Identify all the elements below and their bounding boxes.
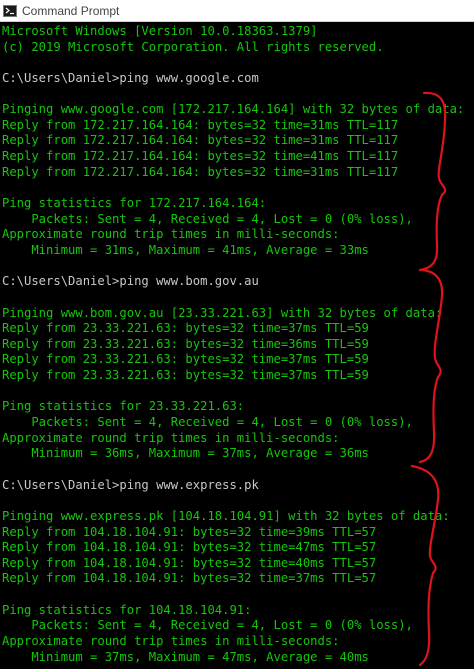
output-line: Pinging www.bom.gov.au [23.33.221.63] wi… (2, 305, 443, 320)
output-line: Approximate round trip times in milli-se… (2, 227, 340, 242)
output-line: Reply from 172.217.164.164: bytes=32 tim… (2, 164, 399, 179)
console-output[interactable]: Microsoft Windows [Version 10.0.18363.13… (0, 22, 474, 669)
output-line: Reply from 172.217.164.164: bytes=32 tim… (2, 117, 399, 132)
window-title: Command Prompt (22, 3, 120, 18)
output-line: Approximate round trip times in milli-se… (2, 430, 340, 445)
output-line: Pinging www.google.com [172.217.164.164]… (2, 102, 465, 117)
output-line: Reply from 104.18.104.91: bytes=32 time=… (2, 540, 377, 555)
cmd-icon (3, 4, 17, 17)
output-line: Reply from 23.33.221.63: bytes=32 time=3… (2, 352, 369, 367)
output-line: Reply from 104.18.104.91: bytes=32 time=… (2, 524, 377, 539)
output-line: Reply from 172.217.164.164: bytes=32 tim… (2, 133, 399, 148)
title-bar[interactable]: Command Prompt (0, 0, 474, 22)
output-line: Minimum = 37ms, Maximum = 47ms, Average … (2, 649, 369, 664)
output-line: Ping statistics for 23.33.221.63: (2, 399, 245, 414)
output-line: Reply from 172.217.164.164: bytes=32 tim… (2, 149, 399, 164)
command-line: C:\Users\Daniel>ping www.bom.gov.au (2, 274, 259, 289)
output-line: Reply from 23.33.221.63: bytes=32 time=3… (2, 368, 369, 383)
output-line: Packets: Sent = 4, Received = 4, Lost = … (2, 415, 413, 430)
command-line: C:\Users\Daniel>ping www.google.com (2, 70, 259, 85)
command-line: C:\Users\Daniel>ping www.express.pk (2, 477, 259, 492)
output-line: Approximate round trip times in milli-se… (2, 633, 340, 648)
output-line: Reply from 104.18.104.91: bytes=32 time=… (2, 571, 377, 586)
output-line: Packets: Sent = 4, Received = 4, Lost = … (2, 211, 413, 226)
output-line: Packets: Sent = 4, Received = 4, Lost = … (2, 618, 413, 633)
output-line: Microsoft Windows [Version 10.0.18363.13… (2, 24, 318, 38)
output-line: Ping statistics for 104.18.104.91: (2, 602, 252, 617)
output-line: Minimum = 36ms, Maximum = 37ms, Average … (2, 446, 369, 461)
output-line: Reply from 104.18.104.91: bytes=32 time=… (2, 555, 377, 570)
output-line: Reply from 23.33.221.63: bytes=32 time=3… (2, 321, 369, 336)
output-line: (c) 2019 Microsoft Corporation. All righ… (2, 39, 384, 54)
output-line: Ping statistics for 172.217.164.164: (2, 196, 267, 211)
output-line: Reply from 23.33.221.63: bytes=32 time=3… (2, 336, 369, 351)
output-line: Pinging www.express.pk [104.18.104.91] w… (2, 508, 450, 523)
output-line: Minimum = 31ms, Maximum = 41ms, Average … (2, 242, 369, 257)
